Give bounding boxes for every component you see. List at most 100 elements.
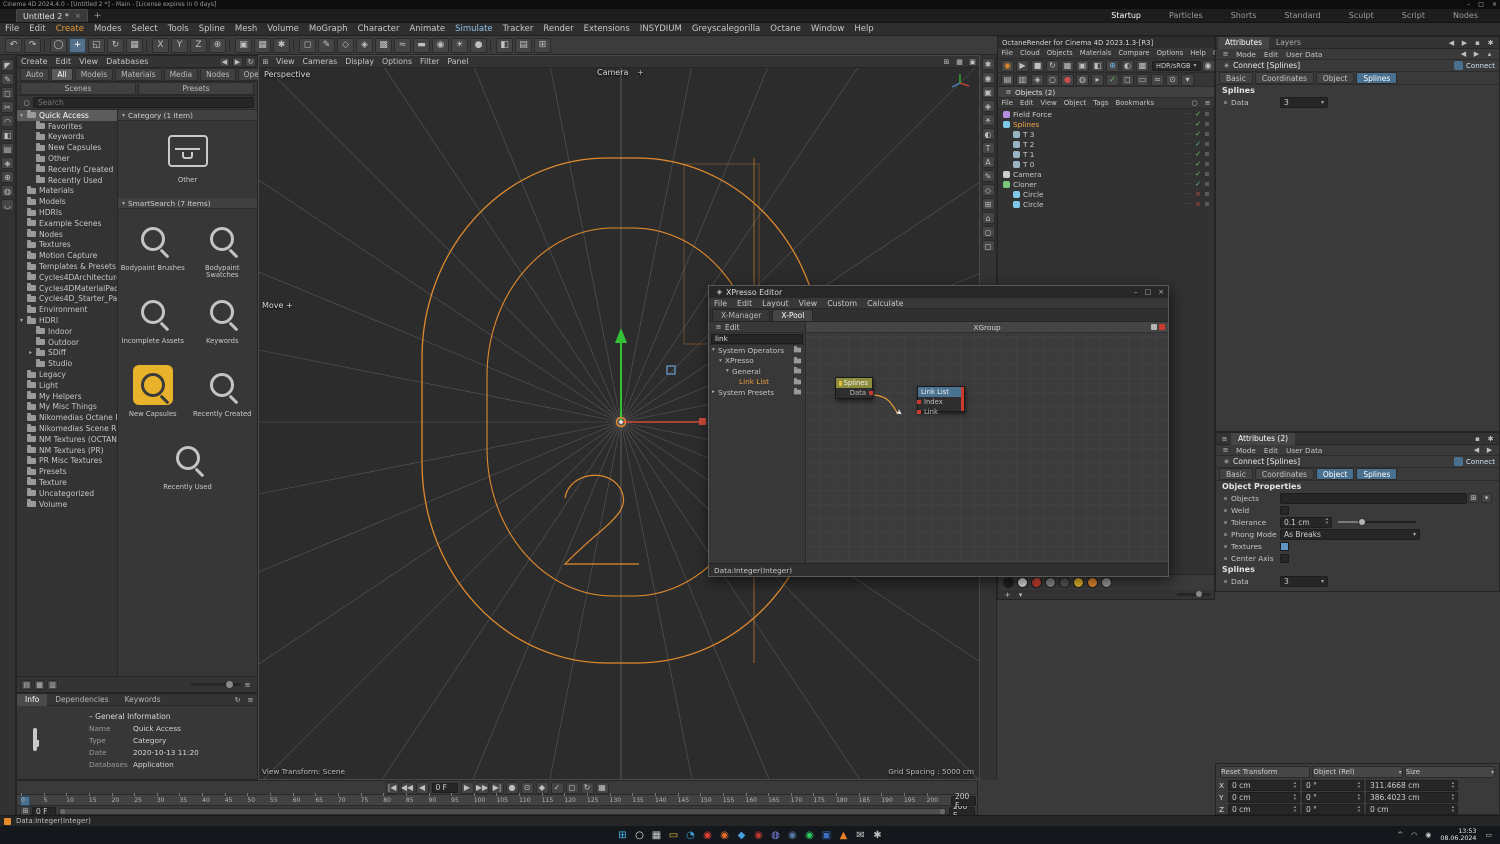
position-key-icon[interactable]: ✓ xyxy=(550,781,564,794)
add-tab-button[interactable]: + xyxy=(88,11,108,21)
asset-tree-item[interactable]: My Misc Things xyxy=(17,401,117,413)
tray-icon[interactable]: ^ xyxy=(1393,831,1407,839)
asset-tree-item[interactable]: Example Scenes xyxy=(17,218,117,229)
camera-icon[interactable]: ◉ xyxy=(1201,59,1215,72)
menu-item[interactable]: Help xyxy=(849,24,878,34)
camera-move-icon[interactable]: + xyxy=(637,68,644,77)
octane-env-icon[interactable]: ◐ xyxy=(981,128,995,140)
menu-item[interactable]: Simulate xyxy=(450,24,498,34)
xpresso-editor-window[interactable]: ◈ XPresso Editor – □ × File Edit Layout Vie… xyxy=(708,285,1169,577)
rotation-field[interactable]: 0 ° ▴ ▾ xyxy=(1302,804,1364,815)
task-view-icon[interactable]: ▦ xyxy=(648,827,665,843)
xpool-tree-item[interactable]: ▾ General xyxy=(709,366,805,377)
layout-tab[interactable]: Sculpt xyxy=(1335,11,1388,20)
axis-x-icon[interactable]: X xyxy=(152,37,169,53)
smartsearch-tile[interactable]: Incomplete Assets xyxy=(120,284,186,357)
xpresso-menu-item[interactable]: Layout xyxy=(757,299,794,308)
xpresso-menu-item[interactable]: File xyxy=(709,299,732,308)
shelf-scrollbar[interactable] xyxy=(1177,591,1211,597)
mode-menu-item[interactable]: Edit xyxy=(1260,446,1282,455)
prev-frame-icon[interactable]: ◀ xyxy=(415,781,429,794)
asset-tree-item[interactable]: Models xyxy=(17,196,117,207)
octane-menu-item[interactable]: Help xyxy=(1187,49,1210,57)
coordinate-button[interactable]: Object (Rel) ▾ xyxy=(1312,766,1403,778)
vlc-icon[interactable]: ▲ xyxy=(835,827,852,843)
workplane-icon[interactable]: ▤ xyxy=(515,37,532,53)
xpool-tree-item[interactable]: ▸ System Presets xyxy=(709,387,805,398)
enable-check-icon[interactable]: ✓ xyxy=(1195,120,1201,128)
viewport-menu-item[interactable]: Panel xyxy=(443,57,472,66)
asset-tree-item[interactable]: Uncategorized xyxy=(17,488,117,499)
passes-icon[interactable]: ◍ xyxy=(1076,73,1089,86)
object-row[interactable]: T 0 ·· ✓ xyxy=(998,159,1214,169)
size-field[interactable]: 311.4668 cm ▴ ▾ xyxy=(1366,780,1458,791)
enable-check-icon[interactable]: ✓ xyxy=(1195,170,1201,178)
prev-key-icon[interactable]: ◀◀ xyxy=(400,781,414,794)
octane-light-icon[interactable]: ☀ xyxy=(981,114,995,126)
asset-filter-tab[interactable]: Materials xyxy=(115,68,162,81)
visibility-dots-icon[interactable]: ·· xyxy=(1186,171,1192,178)
sep[interactable] xyxy=(293,38,296,52)
visibility-dots-icon[interactable]: ·· xyxy=(1186,111,1192,118)
refresh-icon[interactable]: ↻ xyxy=(232,695,243,705)
object-row[interactable]: T 1 ·· ✓ xyxy=(998,149,1214,159)
last-tool-icon[interactable]: ▦ xyxy=(126,37,143,53)
octane-grid-icon[interactable]: ⊞ xyxy=(981,198,995,210)
file-explorer-icon[interactable]: ▭ xyxy=(665,827,682,843)
play-icon[interactable]: ▸ xyxy=(1091,73,1104,86)
magnet-tool-icon[interactable]: ◡ xyxy=(1,199,14,211)
settings-icon[interactable]: ✱ xyxy=(1485,434,1496,444)
cinema4d-icon[interactable]: ◆ xyxy=(733,827,750,843)
keyframe-icon[interactable]: ◆ xyxy=(535,781,549,794)
layout-tab[interactable]: Nodes xyxy=(1439,11,1492,20)
coordinate-button[interactable]: Size ▾ xyxy=(1404,766,1495,778)
asset-tree-item[interactable]: Indoor xyxy=(17,326,117,337)
maximize-button[interactable]: □ xyxy=(1145,288,1152,296)
arc-tool-icon[interactable]: ◠ xyxy=(1,115,14,127)
record-icon[interactable]: ● xyxy=(505,781,519,794)
chrome-icon[interactable]: ◉ xyxy=(699,827,716,843)
tag-icon[interactable] xyxy=(1204,131,1210,137)
attributes-tab[interactable]: Attributes xyxy=(1218,36,1270,49)
add-icon[interactable]: ⊞ xyxy=(1468,493,1479,503)
menu-item[interactable]: Render xyxy=(538,24,578,34)
visibility-dots-icon[interactable]: ·· xyxy=(1186,201,1192,208)
settings-icon[interactable]: ✱ xyxy=(1485,38,1496,48)
notifications-icon[interactable]: ▭ xyxy=(1481,831,1496,839)
menu-item[interactable]: Create xyxy=(51,24,89,34)
asset-tile-other[interactable]: Other xyxy=(155,123,221,196)
tag-icon[interactable] xyxy=(1204,171,1210,177)
render-stop-icon[interactable]: ■ xyxy=(1031,59,1044,72)
asset-tree-item[interactable]: New Capsules xyxy=(17,142,117,153)
volume-icon[interactable]: ▩ xyxy=(375,37,392,53)
asset-tree-item[interactable]: PR Misc Textures xyxy=(17,455,117,467)
octane-icon[interactable]: ◉ xyxy=(750,827,767,843)
scale-icon[interactable]: ◱ xyxy=(88,37,105,53)
asset-tree-item[interactable]: Legacy xyxy=(17,369,117,380)
xpresso-menu-item[interactable]: Edit xyxy=(732,299,757,308)
render-picture-icon[interactable]: ▦ xyxy=(254,37,271,53)
visibility-dots-icon[interactable]: ·· xyxy=(1186,131,1192,138)
asset-tree-item[interactable]: Materials xyxy=(17,185,117,197)
asset-tree-item[interactable]: Light xyxy=(17,380,117,391)
material-ball[interactable] xyxy=(1030,576,1042,588)
octane-settings-icon[interactable]: ✱ xyxy=(981,58,995,70)
asset-tree-item[interactable]: Nodes xyxy=(17,229,117,240)
material-ball[interactable] xyxy=(1072,577,1084,588)
category-header[interactable]: ▾ Category (1 Item) xyxy=(118,110,257,121)
params-key-icon[interactable]: ▦ xyxy=(595,781,609,794)
textures-checkbox[interactable] xyxy=(1280,541,1289,551)
octane-text-icon[interactable]: T xyxy=(981,142,995,154)
asset-tree-item[interactable]: ▾ HDRI xyxy=(17,315,117,326)
visibility-dots-icon[interactable]: ·· xyxy=(1186,151,1192,158)
asset-tree-item[interactable]: Volume xyxy=(17,499,117,510)
asset-tree-item[interactable]: ▾ Quick Access xyxy=(17,110,117,121)
menu-item[interactable]: Select xyxy=(127,24,163,34)
simulate-icon[interactable]: ≈ xyxy=(394,37,411,53)
asset-tree-item[interactable]: Favorites xyxy=(17,121,117,132)
object-row[interactable]: Field Force ·· ✓ xyxy=(998,109,1214,119)
visibility-dots-icon[interactable]: ·· xyxy=(1186,191,1192,198)
next-icon[interactable]: ▶ xyxy=(1471,49,1482,59)
search-icon[interactable]: ○ xyxy=(1189,98,1200,108)
menu-item[interactable]: Window xyxy=(806,24,850,34)
